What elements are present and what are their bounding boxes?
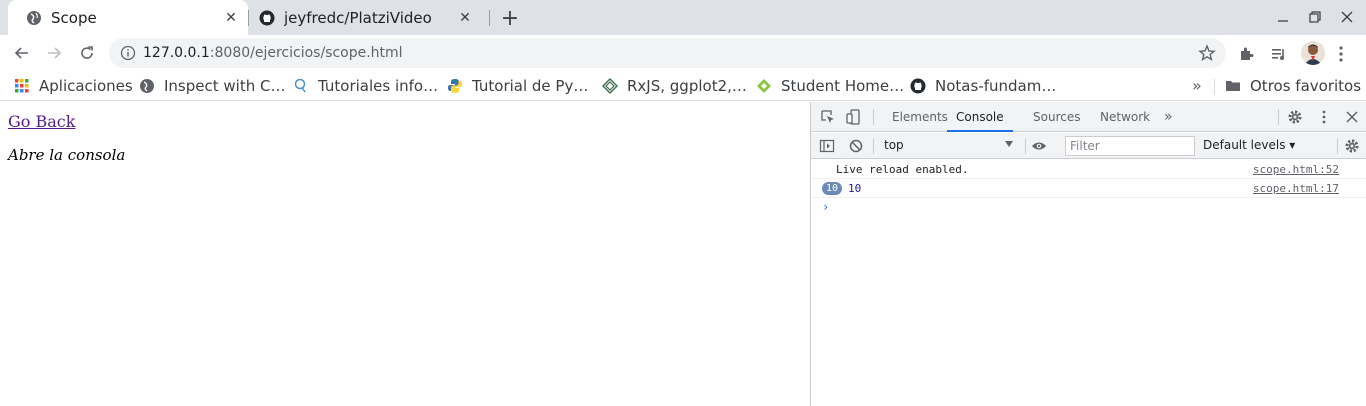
toolbar-divider xyxy=(1337,138,1338,154)
go-back-link[interactable]: Go Back xyxy=(8,112,75,131)
bookmark-label: Aplicaciones xyxy=(39,77,133,95)
bookmark-label: Tutorial de Py… xyxy=(472,77,589,95)
more-tabs-button[interactable]: » xyxy=(1164,102,1173,132)
bookmark-label: Tutoriales info… xyxy=(318,77,439,95)
more-options-icon[interactable] xyxy=(1316,109,1332,125)
more-bookmarks-button[interactable]: » xyxy=(1192,76,1202,95)
browser-toolbar: 127.0.0.1:8080/ejercicios/scope.html xyxy=(0,35,1366,71)
console-toolbar: top Filter Default levels ▾ xyxy=(811,133,1366,159)
restore-icon[interactable] xyxy=(1306,8,1324,26)
tab-elements[interactable]: Elements xyxy=(892,102,948,132)
tab-divider xyxy=(489,10,490,26)
toolbar-divider xyxy=(1025,138,1026,154)
tab-network[interactable]: Network xyxy=(1100,102,1150,132)
profile-avatar[interactable] xyxy=(1301,41,1325,65)
console-message: Live reload enabled. scope.html:52 xyxy=(811,160,1366,179)
python-icon xyxy=(447,78,463,94)
tab-title: Scope xyxy=(51,8,97,27)
tab-divider xyxy=(248,10,249,26)
close-icon[interactable]: ✕ xyxy=(456,9,474,27)
devtools-tab-bar: Elements Console Sources Network » xyxy=(811,102,1366,132)
tab-strip: Scope ✕ jeyfredc/PlatziVideo ✕ + xyxy=(0,0,1366,35)
clear-console-icon[interactable] xyxy=(848,138,864,154)
bookmark-label: Notas-fundam… xyxy=(935,77,1057,95)
github-icon xyxy=(259,10,275,26)
bookmark-label: RxJS, ggplot2,… xyxy=(627,77,747,95)
tab-console[interactable]: Console xyxy=(947,102,1013,132)
apps-grid-icon xyxy=(14,78,30,94)
sidebar-toggle-icon[interactable] xyxy=(819,138,835,154)
source-link[interactable]: scope.html:17 xyxy=(1253,182,1339,195)
diamond-icon xyxy=(602,78,618,94)
log-levels-dropdown[interactable]: Default levels ▾ xyxy=(1203,138,1295,152)
tab-platzivideo[interactable]: jeyfredc/PlatziVideo ✕ xyxy=(250,0,490,35)
bookmark-other-favorites[interactable]: Otros favoritos xyxy=(1225,76,1361,96)
extensions-icon[interactable] xyxy=(1237,44,1257,64)
media-control-icon[interactable] xyxy=(1269,44,1289,64)
close-devtools-icon[interactable] xyxy=(1344,109,1360,125)
context-selector[interactable]: top xyxy=(884,138,904,152)
filter-input[interactable]: Filter xyxy=(1065,136,1195,156)
forward-arrow-icon[interactable] xyxy=(42,41,66,65)
chrome-menu-icon[interactable] xyxy=(1338,45,1344,63)
close-window-icon[interactable] xyxy=(1338,8,1356,26)
minimize-icon[interactable] xyxy=(1274,8,1292,26)
bookmark-inspect[interactable]: Inspect with C… xyxy=(139,76,285,96)
repeat-count-badge: 10 xyxy=(822,182,843,195)
bookmark-python[interactable]: Tutorial de Py… xyxy=(447,76,588,96)
page-viewport: Go Back Abre la consola xyxy=(0,102,810,406)
reload-icon[interactable] xyxy=(75,41,99,65)
bookmark-divider xyxy=(1214,79,1215,95)
toolbar-divider xyxy=(1278,109,1279,125)
back-arrow-icon[interactable] xyxy=(10,41,34,65)
bookmark-student-home[interactable]: Student Home… xyxy=(756,76,904,96)
info-icon[interactable] xyxy=(120,45,136,61)
github-icon xyxy=(910,78,926,94)
tab-scope[interactable]: Scope ✕ xyxy=(8,0,248,35)
chevron-down-icon[interactable] xyxy=(1005,141,1013,147)
bookmark-star-icon[interactable] xyxy=(1198,44,1216,62)
bookmark-label: Otros favoritos xyxy=(1250,77,1362,95)
pin-icon xyxy=(293,78,309,94)
bookmark-label: Inspect with C… xyxy=(164,77,286,95)
bookmarks-bar: Aplicaciones Inspect with C… Tutoriales … xyxy=(0,71,1366,101)
instruction-text: Abre la consola xyxy=(8,146,126,164)
bookmark-apps[interactable]: Aplicaciones xyxy=(14,76,133,96)
source-link[interactable]: scope.html:52 xyxy=(1253,163,1339,176)
bookmark-label: Student Home… xyxy=(781,77,905,95)
toolbar-divider xyxy=(873,138,874,154)
leaf-icon xyxy=(756,78,772,94)
bookmark-rxjs[interactable]: RxJS, ggplot2,… xyxy=(602,76,747,96)
console-prompt[interactable]: › xyxy=(822,200,829,214)
live-expression-eye-icon[interactable] xyxy=(1031,138,1047,154)
bookmark-notas[interactable]: Notas-fundam… xyxy=(910,76,1056,96)
console-message-text: Live reload enabled. xyxy=(836,163,969,176)
close-icon[interactable]: ✕ xyxy=(222,9,240,27)
console-settings-gear-icon[interactable] xyxy=(1344,138,1360,154)
console-message-text: 10 xyxy=(848,182,862,195)
globe-icon xyxy=(26,10,42,26)
console-message: 10 10 scope.html:17 xyxy=(811,179,1366,198)
globe-icon xyxy=(139,78,155,94)
bookmark-tutoriales[interactable]: Tutoriales info… xyxy=(293,76,438,96)
devtools-panel: Elements Console Sources Network » top F… xyxy=(810,102,1366,406)
url-text: 127.0.0.1:8080/ejercicios/scope.html xyxy=(143,45,403,61)
device-toolbar-icon[interactable] xyxy=(846,109,862,125)
address-bar[interactable]: 127.0.0.1:8080/ejercicios/scope.html xyxy=(109,38,1226,68)
inspect-element-icon[interactable] xyxy=(820,109,836,125)
new-tab-icon[interactable]: + xyxy=(499,6,521,31)
settings-gear-icon[interactable] xyxy=(1287,109,1303,125)
toolbar-divider xyxy=(873,109,874,125)
tab-sources[interactable]: Sources xyxy=(1033,102,1080,132)
tab-title: jeyfredc/PlatziVideo xyxy=(284,8,432,27)
folder-icon xyxy=(1225,78,1241,94)
